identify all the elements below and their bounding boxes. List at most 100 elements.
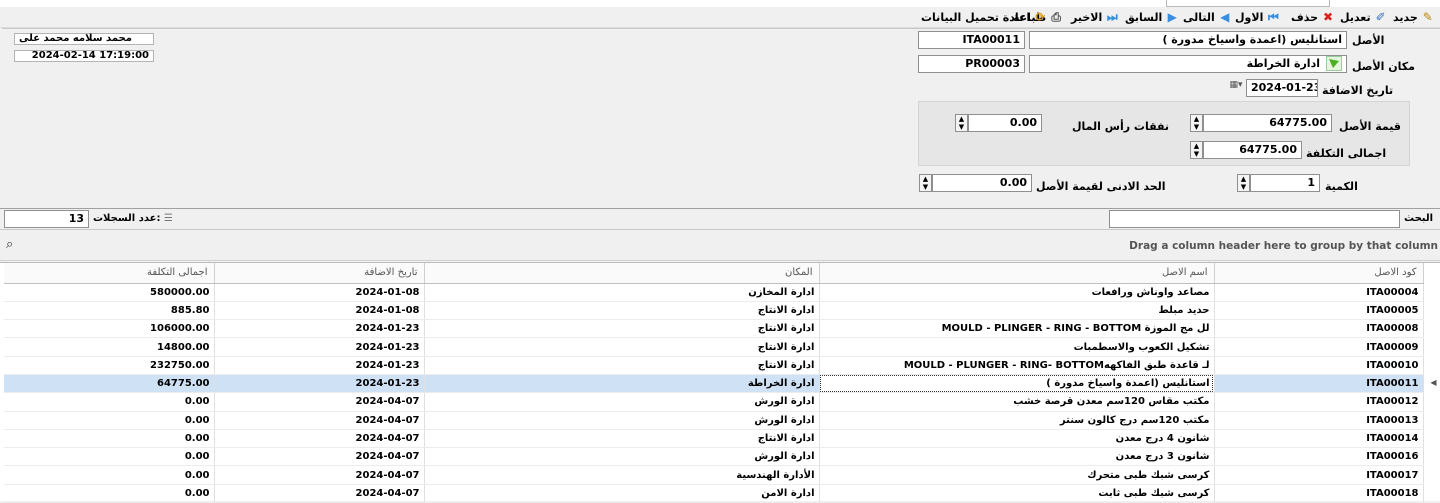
cell-code[interactable]: ITA00013: [1214, 411, 1424, 430]
col-header-location[interactable]: المكان: [424, 263, 820, 284]
table-row[interactable]: 0.00 2024-04-07 ادارة الورش شانون 3 درج معد…: [4, 447, 1424, 467]
search-input[interactable]: [1109, 210, 1400, 228]
col-header-code[interactable]: كود الاصل: [1214, 263, 1424, 284]
cell-name[interactable]: تشكيل الكعوب والاسطمبات: [819, 337, 1215, 357]
cell-name[interactable]: كرسى شبك طبى ثابت: [819, 484, 1215, 503]
date-field[interactable]: 2024-01-23: [1246, 79, 1318, 97]
cell-total[interactable]: 0.00: [4, 465, 215, 485]
total-cost-spinner[interactable]: ▲ ▼: [1190, 141, 1203, 159]
cell-location[interactable]: ادارة الانتاج: [424, 301, 820, 321]
cell-date[interactable]: 2024-01-23: [214, 319, 425, 339]
last-button[interactable]: الاخير ⏭: [1071, 9, 1119, 25]
table-row[interactable]: 232750.00 2024-01-23 ادارة الانتاج MOULD - …: [4, 356, 1424, 375]
table-row[interactable]: 885.80 2024-01-08 ادارة الانتاج حديد مبلط IT…: [4, 301, 1424, 321]
cell-location[interactable]: ادارة الورش: [424, 447, 820, 467]
next-button[interactable]: التالى ◀: [1183, 9, 1232, 25]
location-flag-icon[interactable]: [1326, 56, 1342, 71]
prev-button[interactable]: السابق ▶: [1125, 9, 1179, 25]
cell-location[interactable]: ادارة الورش: [424, 411, 820, 430]
cell-location[interactable]: ادارة الخراطة: [424, 374, 820, 394]
total-cost-field[interactable]: 64775.00: [1203, 141, 1302, 159]
cell-date[interactable]: 2024-04-07: [214, 465, 425, 485]
cell-code[interactable]: ITA00009: [1214, 337, 1424, 357]
table-row[interactable]: 14800.00 2024-01-23 ادارة الانتاج تشكيل الك…: [4, 337, 1424, 357]
location-code-field[interactable]: PR00003: [918, 55, 1025, 73]
cell-total[interactable]: 0.00: [4, 429, 215, 449]
col-header-total[interactable]: اجمالى التكلفة: [4, 263, 215, 284]
cell-total[interactable]: 580000.00: [4, 283, 215, 302]
cell-name[interactable]: حديد مبلط: [819, 301, 1215, 321]
calendar-dropdown-icon[interactable]: ▦▾: [1226, 80, 1246, 96]
cell-name[interactable]: MOULD - PLUNGER - RING- BOTTOMلـ قاعدة ط…: [819, 356, 1215, 375]
cell-total[interactable]: 885.80: [4, 301, 215, 321]
table-row[interactable]: 64775.00 2024-01-23 ادارة الخراطة استانليس …: [4, 374, 1424, 394]
cell-date[interactable]: 2024-01-08: [214, 301, 425, 321]
table-row[interactable]: 106000.00 2024-01-23 ادارة الانتاج MOULD - …: [4, 319, 1424, 339]
table-row[interactable]: 0.00 2024-04-07 ادارة الورش مكتب مقاس 120سم…: [4, 392, 1424, 412]
reload-button[interactable]: اعادة تحميل البيانات ⟳: [921, 9, 1047, 25]
cell-code[interactable]: ITA00018: [1214, 484, 1424, 503]
cell-code[interactable]: ITA00005: [1214, 301, 1424, 321]
cell-location[interactable]: ادارة الامن: [424, 484, 820, 503]
cell-date[interactable]: 2024-04-07: [214, 411, 425, 430]
cell-code[interactable]: ITA00012: [1214, 392, 1424, 412]
cell-total[interactable]: 0.00: [4, 447, 215, 467]
edit-button[interactable]: تعديل ✐: [1340, 9, 1388, 25]
cell-total[interactable]: 0.00: [4, 392, 215, 412]
cell-total[interactable]: 232750.00: [4, 356, 215, 375]
cell-name[interactable]: مكتب 120سم درج كالون سنتر: [819, 411, 1215, 430]
qty-spinner[interactable]: ▲ ▼: [1237, 174, 1250, 192]
capex-spinner[interactable]: ▲ ▼: [955, 114, 968, 132]
cell-name[interactable]: كرسى شبك طبى متحرك: [819, 465, 1215, 485]
cell-code[interactable]: ITA00016: [1214, 447, 1424, 467]
cell-name[interactable]: شانون 4 درج معدن: [819, 429, 1215, 449]
asset-value-field[interactable]: 64775.00: [1203, 114, 1332, 132]
table-row[interactable]: 0.00 2024-04-07 ادارة الانتاج شانون 4 درج م…: [4, 429, 1424, 449]
cell-location[interactable]: ادارة الورش: [424, 392, 820, 412]
cell-name[interactable]: MOULD - PLINGER - RING - BOTTOM لل مج ال…: [819, 319, 1215, 339]
asset-value-spinner[interactable]: ▲ ▼: [1190, 114, 1203, 132]
cell-date[interactable]: 2024-01-23: [214, 374, 425, 394]
col-header-date[interactable]: تاريخ الاضافة: [214, 263, 425, 284]
new-button[interactable]: جديد ✎: [1393, 9, 1435, 25]
cell-name[interactable]: مصاعد واوناش ورافعات: [819, 283, 1215, 302]
first-button[interactable]: الاول ⏮: [1235, 9, 1280, 25]
cell-location[interactable]: ادارة الانتاج: [424, 429, 820, 449]
search-icon[interactable]: ⌕: [6, 237, 13, 252]
cell-code[interactable]: ITA00017: [1214, 465, 1424, 485]
table-row[interactable]: 0.00 2024-04-07 الأدارة الهندسية كرسى شبك ط…: [4, 465, 1424, 485]
cell-code[interactable]: ITA00011: [1214, 374, 1424, 394]
cell-name[interactable]: شانون 3 درج معدن: [819, 447, 1215, 467]
table-row[interactable]: 580000.00 2024-01-08 ادارة المخازن مصاعد وا…: [4, 283, 1424, 302]
cell-date[interactable]: 2024-04-07: [214, 447, 425, 467]
cell-total[interactable]: 64775.00: [4, 374, 215, 394]
cell-name[interactable]: استانليس (اعمدة واسياخ مدورة ): [819, 374, 1215, 394]
asset-code-field[interactable]: ITA00011: [918, 31, 1025, 49]
cell-date[interactable]: 2024-01-23: [214, 356, 425, 375]
capex-field[interactable]: 0.00: [968, 114, 1042, 132]
cell-date[interactable]: 2024-04-07: [214, 429, 425, 449]
cell-total[interactable]: 0.00: [4, 484, 215, 503]
cell-code[interactable]: ITA00010: [1214, 356, 1424, 375]
cell-location[interactable]: ادارة المخازن: [424, 283, 820, 302]
cell-code[interactable]: ITA00008: [1214, 319, 1424, 339]
cell-code[interactable]: ITA00004: [1214, 283, 1424, 302]
cell-location[interactable]: ادارة الانتاج: [424, 337, 820, 357]
cell-date[interactable]: 2024-01-23: [214, 337, 425, 357]
location-name-field[interactable]: ادارة الخراطة: [1029, 55, 1347, 73]
cell-location[interactable]: ادارة الانتاج: [424, 356, 820, 375]
min-value-field[interactable]: 0.00: [932, 174, 1032, 192]
cell-date[interactable]: 2024-04-07: [214, 392, 425, 412]
delete-button[interactable]: حذف ✖: [1291, 9, 1335, 25]
asset-name-field[interactable]: استانليس (اعمدة واسياخ مدورة ): [1029, 31, 1347, 49]
qty-field[interactable]: 1: [1250, 174, 1320, 192]
cell-date[interactable]: 2024-01-08: [214, 283, 425, 302]
cell-total[interactable]: 0.00: [4, 411, 215, 430]
cell-name[interactable]: مكتب مقاس 120سم معدن قرصة خشب: [819, 392, 1215, 412]
col-header-name[interactable]: اسم الاصل: [819, 263, 1215, 284]
table-row[interactable]: 0.00 2024-04-07 ادارة الورش مكتب 120سم درج …: [4, 411, 1424, 430]
cell-date[interactable]: 2024-04-07: [214, 484, 425, 503]
cell-location[interactable]: الأدارة الهندسية: [424, 465, 820, 485]
cell-code[interactable]: ITA00014: [1214, 429, 1424, 449]
cell-total[interactable]: 14800.00: [4, 337, 215, 357]
